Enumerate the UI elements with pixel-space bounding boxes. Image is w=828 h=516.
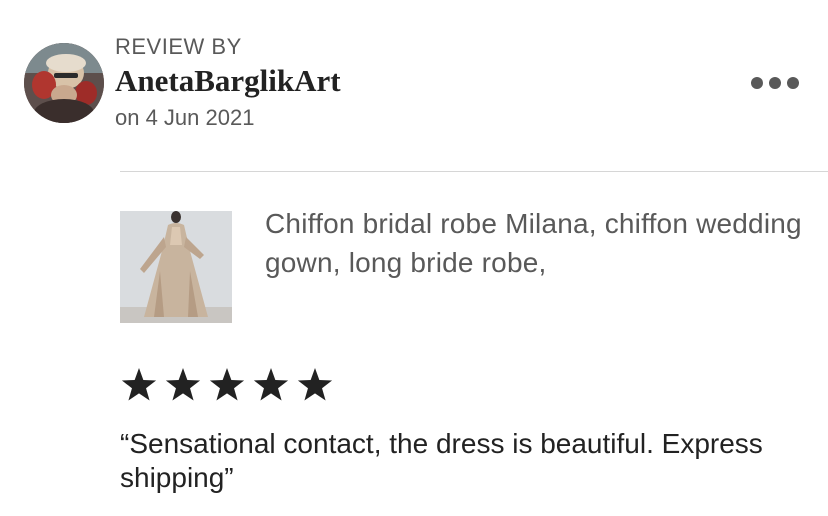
review-text: “Sensational contact, the dress is beaut… — [120, 428, 763, 493]
star-icon — [252, 366, 290, 404]
review-date: on 4 Jun 2021 — [115, 105, 255, 130]
more-options-button[interactable] — [744, 66, 806, 100]
more-horizontal-icon — [769, 77, 781, 89]
star-icon — [120, 366, 158, 404]
star-rating — [120, 366, 334, 404]
divider — [120, 171, 828, 172]
star-icon — [208, 366, 246, 404]
star-icon — [164, 366, 202, 404]
star-icon — [296, 366, 334, 404]
review-card: REVIEW BY AnetaBarglikArt on 4 Jun 2021 … — [0, 0, 828, 516]
avatar[interactable] — [24, 43, 104, 123]
more-horizontal-icon — [751, 77, 763, 89]
product-title-link[interactable]: Chiffon bridal robe Milana, chiffon wedd… — [265, 204, 805, 282]
reviewer-name[interactable]: AnetaBarglikArt — [115, 62, 341, 100]
review-by-label: REVIEW BY — [115, 34, 242, 59]
more-horizontal-icon — [787, 77, 799, 89]
product-thumbnail[interactable] — [120, 211, 232, 323]
